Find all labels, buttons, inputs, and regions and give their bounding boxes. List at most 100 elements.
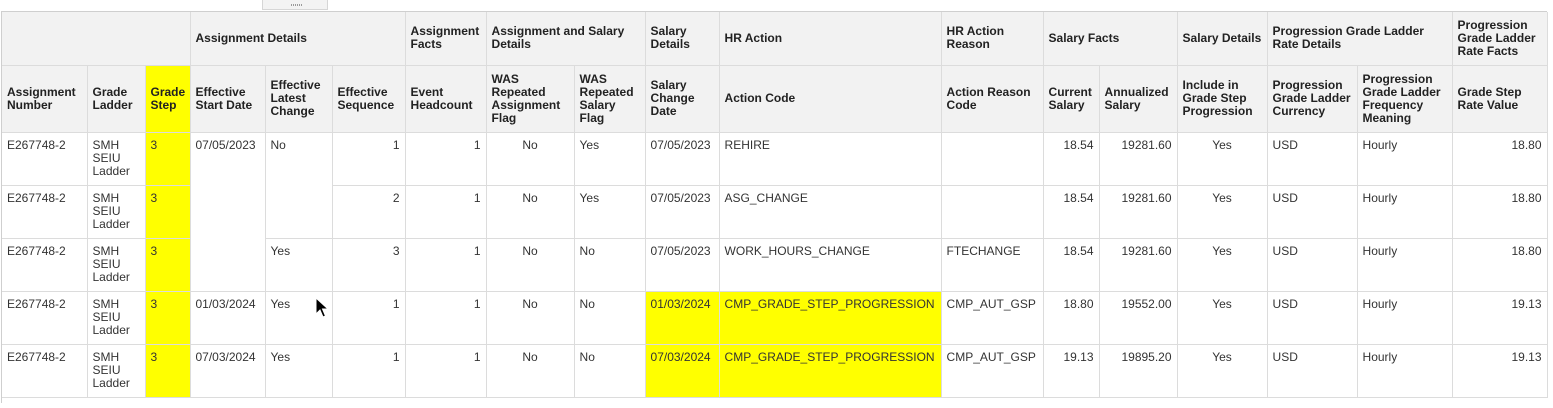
cell-action-code: REHIRE: [719, 132, 942, 186]
col-header-event-headcount[interactable]: Event Headcount: [405, 65, 487, 133]
cell-action-reason-code: CMP_AUT_GSP: [941, 291, 1044, 345]
cell-was-repeated-salary-flag: No: [574, 344, 646, 398]
cell-salary-change-date: 07/05/2023: [645, 185, 720, 239]
cell-effective-sequence: 1: [332, 344, 406, 398]
col-header-current-salary[interactable]: Current Salary: [1043, 65, 1100, 133]
col-header-progression-grade-ladder-currency[interactable]: Progression Grade Ladder Currency: [1267, 65, 1358, 133]
cell-event-headcount: 1: [405, 238, 487, 292]
cell-grade-step: 3: [145, 238, 191, 292]
column-resize-tab[interactable]: [262, 0, 328, 10]
cell-event-headcount: 1: [405, 132, 487, 186]
cell-grade-step: 3: [145, 132, 191, 186]
cell-was-repeated-assignment-flag: No: [486, 132, 575, 186]
cell-effective-start-date: 07/05/2023: [190, 132, 266, 292]
cell-was-repeated-salary-flag: No: [574, 291, 646, 345]
table-row[interactable]: E267748-2 SMH SEIU Ladder 3 01/03/2024 Y…: [2, 291, 1548, 345]
cell-annualized-salary: 19552.00: [1099, 291, 1178, 345]
col-header-assignment-number[interactable]: Assignment Number: [2, 65, 88, 133]
col-header-progression-grade-ladder-frequency-meaning[interactable]: Progression Grade Ladder Frequency Meani…: [1357, 65, 1453, 133]
col-header-effective-sequence[interactable]: Effective Sequence: [332, 65, 406, 133]
group-header-salary-facts[interactable]: Salary Facts: [1043, 12, 1178, 66]
col-header-effective-latest-change[interactable]: Effective Latest Change: [265, 65, 333, 133]
col-header-grade-ladder[interactable]: Grade Ladder: [87, 65, 146, 133]
cell-progression-grade-ladder-currency: USD: [1267, 291, 1358, 345]
group-header-progression-rate-details[interactable]: Progression Grade Ladder Rate Details: [1267, 12, 1453, 66]
cell-effective-start-date: 07/03/2024: [190, 344, 266, 398]
cell-grade-step: 3: [145, 185, 191, 239]
cell-assignment-number: E267748-2: [2, 344, 88, 398]
cell-event-headcount: 1: [405, 291, 487, 345]
mouse-pointer-icon: [315, 297, 330, 318]
group-header-progression-rate-facts[interactable]: Progression Grade Ladder Rate Facts: [1452, 12, 1548, 66]
cell-grade-ladder: SMH SEIU Ladder: [87, 238, 146, 292]
cell-progression-grade-ladder-frequency-meaning: Hourly: [1357, 291, 1453, 345]
cell-action-reason-code: [941, 185, 1044, 239]
group-header-row: Assignment Details Assignment Facts Assi…: [2, 12, 1548, 66]
cell-was-repeated-assignment-flag: No: [486, 291, 575, 345]
col-header-annualized-salary[interactable]: Annualized Salary: [1099, 65, 1178, 133]
cell-progression-grade-ladder-frequency-meaning: Hourly: [1357, 132, 1453, 186]
cell-effective-latest-change: Yes: [265, 344, 333, 398]
cell-progression-grade-ladder-frequency-meaning: Hourly: [1357, 344, 1453, 398]
cell-was-repeated-assignment-flag: No: [486, 344, 575, 398]
cell-assignment-number: E267748-2: [2, 132, 88, 186]
cell-action-code: CMP_GRADE_STEP_PROGRESSION: [719, 344, 942, 398]
cell-current-salary: 18.54: [1043, 238, 1100, 292]
group-header-salary-details[interactable]: Salary Details: [645, 12, 720, 66]
col-header-action-code[interactable]: Action Code: [719, 65, 942, 133]
cell-event-headcount: 1: [405, 185, 487, 239]
cell-current-salary: 18.54: [1043, 185, 1100, 239]
cell-salary-change-date: 07/05/2023: [645, 132, 720, 186]
cell-include-in-grade-step-progression: Yes: [1177, 344, 1268, 398]
cell-current-salary: 19.13: [1043, 344, 1100, 398]
cell-action-reason-code: [941, 132, 1044, 186]
cell-grade-ladder: SMH SEIU Ladder: [87, 185, 146, 239]
group-header-hr-action[interactable]: HR Action: [719, 12, 942, 66]
group-header-hr-action-reason[interactable]: HR Action Reason: [941, 12, 1044, 66]
cell-effective-start-date: 01/03/2024: [190, 291, 266, 345]
col-header-salary-change-date[interactable]: Salary Change Date: [645, 65, 720, 133]
cell-assignment-number: E267748-2: [2, 291, 88, 345]
col-header-grade-step[interactable]: Grade Step: [145, 65, 191, 133]
cell-action-reason-code: CMP_AUT_GSP: [941, 344, 1044, 398]
col-header-grade-step-rate-value[interactable]: Grade Step Rate Value: [1452, 65, 1548, 133]
col-header-include-in-grade-step-progression[interactable]: Include in Grade Step Progression: [1177, 65, 1268, 133]
col-header-was-repeated-assignment-flag[interactable]: WAS Repeated Assignment Flag: [486, 65, 575, 133]
cell-was-repeated-salary-flag: No: [574, 238, 646, 292]
cell-grade-step: 3: [145, 344, 191, 398]
cell-action-code: WORK_HOURS_CHANGE: [719, 238, 942, 292]
grip-handle-icon[interactable]: [291, 4, 303, 6]
table-row[interactable]: E267748-2 SMH SEIU Ladder 3 07/03/2024 Y…: [2, 344, 1548, 398]
cell-include-in-grade-step-progression: Yes: [1177, 238, 1268, 292]
group-header-assignment-facts[interactable]: Assignment Facts: [405, 12, 487, 66]
cell-was-repeated-salary-flag: Yes: [574, 185, 646, 239]
pivot-table: Assignment Details Assignment Facts Assi…: [1, 11, 1548, 403]
cell-effective-latest-change: No: [265, 132, 333, 239]
cell-current-salary: 18.80: [1043, 291, 1100, 345]
col-header-effective-start-date[interactable]: Effective Start Date: [190, 65, 266, 133]
col-header-action-reason-code[interactable]: Action Reason Code: [941, 65, 1044, 133]
cell-salary-change-date: 07/05/2023: [645, 238, 720, 292]
cell-was-repeated-assignment-flag: No: [486, 185, 575, 239]
group-header-assignment-details[interactable]: Assignment Details: [190, 12, 406, 66]
col-header-was-repeated-salary-flag[interactable]: WAS Repeated Salary Flag: [574, 65, 646, 133]
cell-grade-step-rate-value: 19.13: [1452, 291, 1548, 345]
cell-include-in-grade-step-progression: Yes: [1177, 185, 1268, 239]
column-header-row: Assignment Number Grade Ladder Grade Ste…: [2, 65, 1548, 133]
table-row[interactable]: E267748-2 SMH SEIU Ladder 3 07/05/2023 N…: [2, 132, 1548, 292]
cell-progression-grade-ladder-frequency-meaning: Hourly: [1357, 185, 1453, 239]
cell-event-headcount: 1: [405, 344, 487, 398]
cell-include-in-grade-step-progression: Yes: [1177, 132, 1268, 186]
cell-grade-step-rate-value: 18.80: [1452, 185, 1548, 239]
group-header-salary-details-2[interactable]: Salary Details: [1177, 12, 1268, 66]
cell-effective-sequence: 2: [332, 185, 406, 239]
cell-progression-grade-ladder-frequency-meaning: Hourly: [1357, 238, 1453, 292]
cell-grade-step-rate-value: 19.13: [1452, 344, 1548, 398]
group-header-assignment-salary-details[interactable]: Assignment and Salary Details: [486, 12, 646, 66]
cell-grade-step: 3: [145, 291, 191, 345]
cell-progression-grade-ladder-currency: USD: [1267, 344, 1358, 398]
cell-grade-step-rate-value: 18.80: [1452, 132, 1548, 186]
cell-was-repeated-salary-flag: Yes: [574, 132, 646, 186]
cell-effective-sequence: 1: [332, 132, 406, 186]
cell-include-in-grade-step-progression: Yes: [1177, 291, 1268, 345]
